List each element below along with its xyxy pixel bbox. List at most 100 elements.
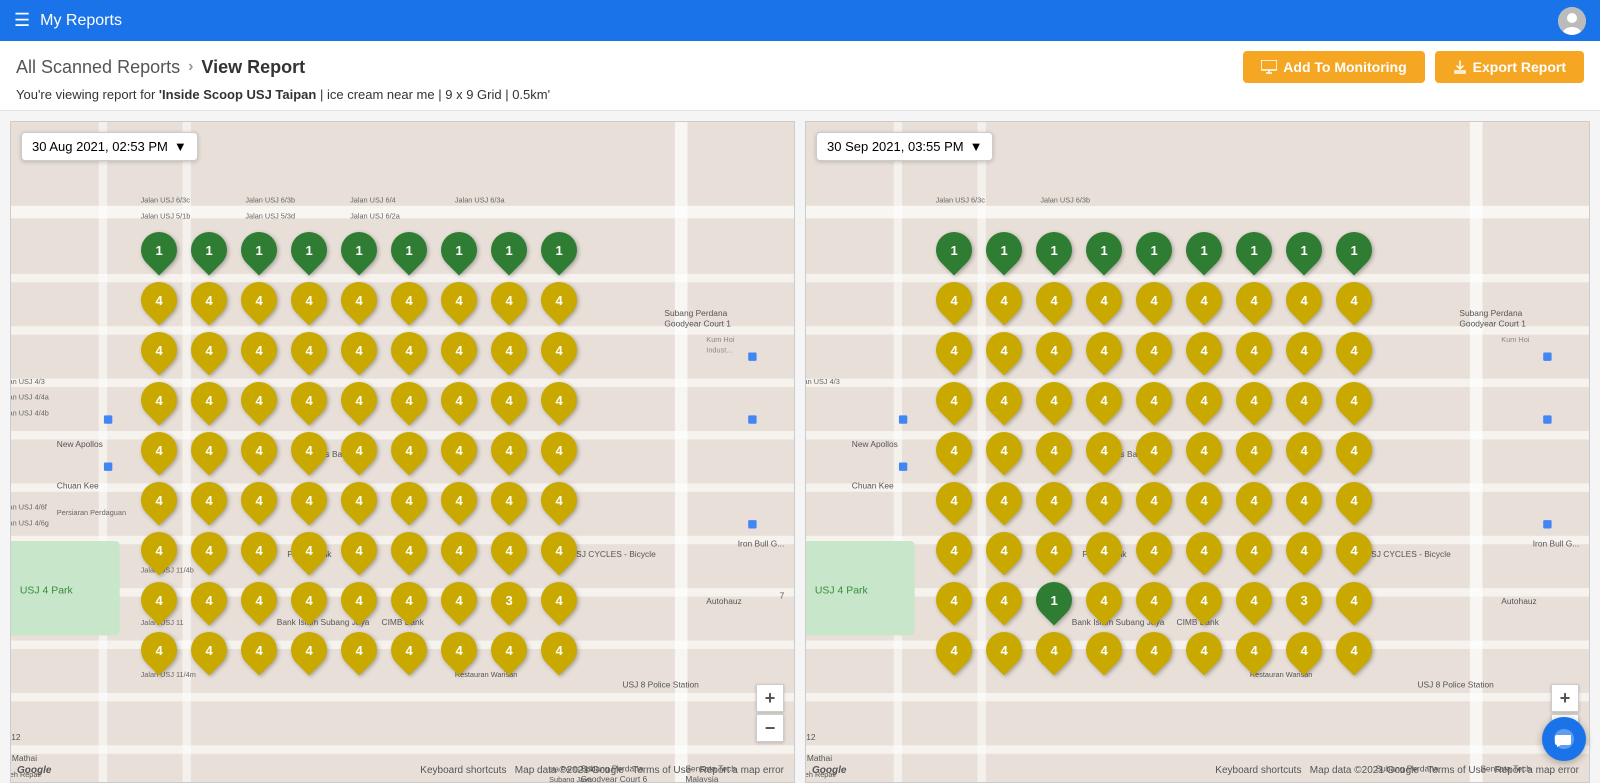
map-marker[interactable]: 4 [1029,375,1080,426]
map-marker[interactable]: 4 [534,525,585,576]
breadcrumb-parent[interactable]: All Scanned Reports [16,57,180,78]
map-marker[interactable]: 1 [384,225,435,276]
map-marker[interactable]: 4 [134,475,185,526]
map-marker[interactable]: 1 [929,225,980,276]
map-marker[interactable]: 4 [1129,475,1180,526]
hamburger-menu-icon[interactable]: ☰ [14,10,30,31]
map-marker[interactable]: 4 [1329,425,1380,476]
terms-left[interactable]: Terms of Use [632,765,691,776]
map-marker[interactable]: 4 [979,325,1030,376]
map-marker[interactable]: 4 [929,625,980,676]
map-marker[interactable]: 4 [1279,625,1330,676]
map-marker[interactable]: 1 [1279,225,1330,276]
map-marker[interactable]: 4 [1279,375,1330,426]
map-marker[interactable]: 4 [184,525,235,576]
map-marker[interactable]: 4 [384,525,435,576]
map-marker[interactable]: 4 [184,325,235,376]
map-marker[interactable]: 4 [184,375,235,426]
map-marker[interactable]: 4 [1129,325,1180,376]
map-marker[interactable]: 4 [1079,625,1130,676]
map-marker[interactable]: 4 [1229,325,1280,376]
map-marker[interactable]: 4 [1229,425,1280,476]
map-marker[interactable]: 4 [284,375,335,426]
map-marker[interactable]: 4 [484,325,535,376]
map-marker[interactable]: 4 [484,275,535,326]
map-marker[interactable]: 4 [134,275,185,326]
map-marker[interactable]: 4 [334,575,385,626]
map-marker[interactable]: 4 [929,275,980,326]
map-marker[interactable]: 4 [1329,275,1380,326]
map-marker[interactable]: 4 [234,425,285,476]
map-marker[interactable]: 4 [1079,425,1130,476]
map-marker[interactable]: 4 [434,525,485,576]
map-marker[interactable]: 4 [434,325,485,376]
map-marker[interactable]: 4 [1329,375,1380,426]
map-marker[interactable]: 4 [534,325,585,376]
map-marker[interactable]: 4 [979,425,1030,476]
report-error-left[interactable]: Report a map error [700,765,784,776]
map-marker[interactable]: 4 [1229,525,1280,576]
map-marker[interactable]: 4 [384,375,435,426]
map-marker[interactable]: 4 [134,375,185,426]
map-marker[interactable]: 1 [334,225,385,276]
map-left-date-selector[interactable]: 30 Aug 2021, 02:53 PM ▼ [21,132,198,161]
map-marker[interactable]: 4 [534,575,585,626]
map-marker[interactable]: 4 [1029,525,1080,576]
map-marker[interactable]: 4 [1279,475,1330,526]
map-marker[interactable]: 4 [1229,625,1280,676]
map-marker[interactable]: 4 [1029,325,1080,376]
map-marker[interactable]: 4 [384,325,435,376]
map-marker[interactable]: 4 [384,625,435,676]
map-marker[interactable]: 4 [534,625,585,676]
map-marker[interactable]: 4 [929,475,980,526]
zoom-in-button[interactable]: + [756,684,784,712]
map-marker[interactable]: 4 [334,325,385,376]
map-marker[interactable]: 4 [1029,425,1080,476]
map-marker[interactable]: 4 [184,475,235,526]
map-marker[interactable]: 4 [484,425,535,476]
map-marker[interactable]: 4 [1129,275,1180,326]
map-marker[interactable]: 4 [1279,425,1330,476]
map-marker[interactable]: 4 [1179,275,1230,326]
map-marker[interactable]: 4 [134,525,185,576]
map-marker[interactable]: 4 [234,375,285,426]
map-marker[interactable]: 1 [534,225,585,276]
map-marker[interactable]: 4 [284,475,335,526]
map-marker[interactable]: 1 [284,225,335,276]
map-marker[interactable]: 4 [384,275,435,326]
map-marker[interactable]: 4 [334,425,385,476]
map-marker[interactable]: 4 [1229,575,1280,626]
map-marker[interactable]: 4 [534,275,585,326]
map-marker[interactable]: 4 [929,325,980,376]
map-marker[interactable]: 4 [184,575,235,626]
map-marker[interactable]: 4 [1079,375,1130,426]
map-marker[interactable]: 4 [1129,525,1180,576]
add-to-monitoring-button[interactable]: Add To Monitoring [1243,51,1424,83]
zoom-out-button[interactable]: − [756,714,784,742]
map-marker[interactable]: 4 [1329,475,1380,526]
map-marker[interactable]: 4 [334,275,385,326]
map-right-date-selector[interactable]: 30 Sep 2021, 03:55 PM ▼ [816,132,993,161]
map-marker[interactable]: 4 [929,525,980,576]
map-marker[interactable]: 4 [484,475,535,526]
map-marker[interactable]: 4 [234,525,285,576]
chat-button[interactable] [1542,717,1586,761]
map-marker[interactable]: 4 [284,425,335,476]
map-marker[interactable]: 4 [979,475,1030,526]
map-marker[interactable]: 4 [1329,525,1380,576]
map-marker[interactable]: 4 [434,425,485,476]
map-marker[interactable]: 1 [184,225,235,276]
map-marker[interactable]: 4 [979,275,1030,326]
map-marker[interactable]: 1 [979,225,1030,276]
map-marker[interactable]: 4 [234,475,285,526]
map-marker[interactable]: 4 [134,425,185,476]
map-marker[interactable]: 4 [979,575,1030,626]
map-marker[interactable]: 4 [534,475,585,526]
map-marker[interactable]: 4 [1229,375,1280,426]
map-marker[interactable]: 4 [1229,475,1280,526]
map-marker[interactable]: 1 [1329,225,1380,276]
map-marker[interactable]: 4 [184,425,235,476]
map-marker[interactable]: 4 [1279,325,1330,376]
map-marker[interactable]: 4 [234,325,285,376]
map-marker[interactable]: 4 [1179,375,1230,426]
